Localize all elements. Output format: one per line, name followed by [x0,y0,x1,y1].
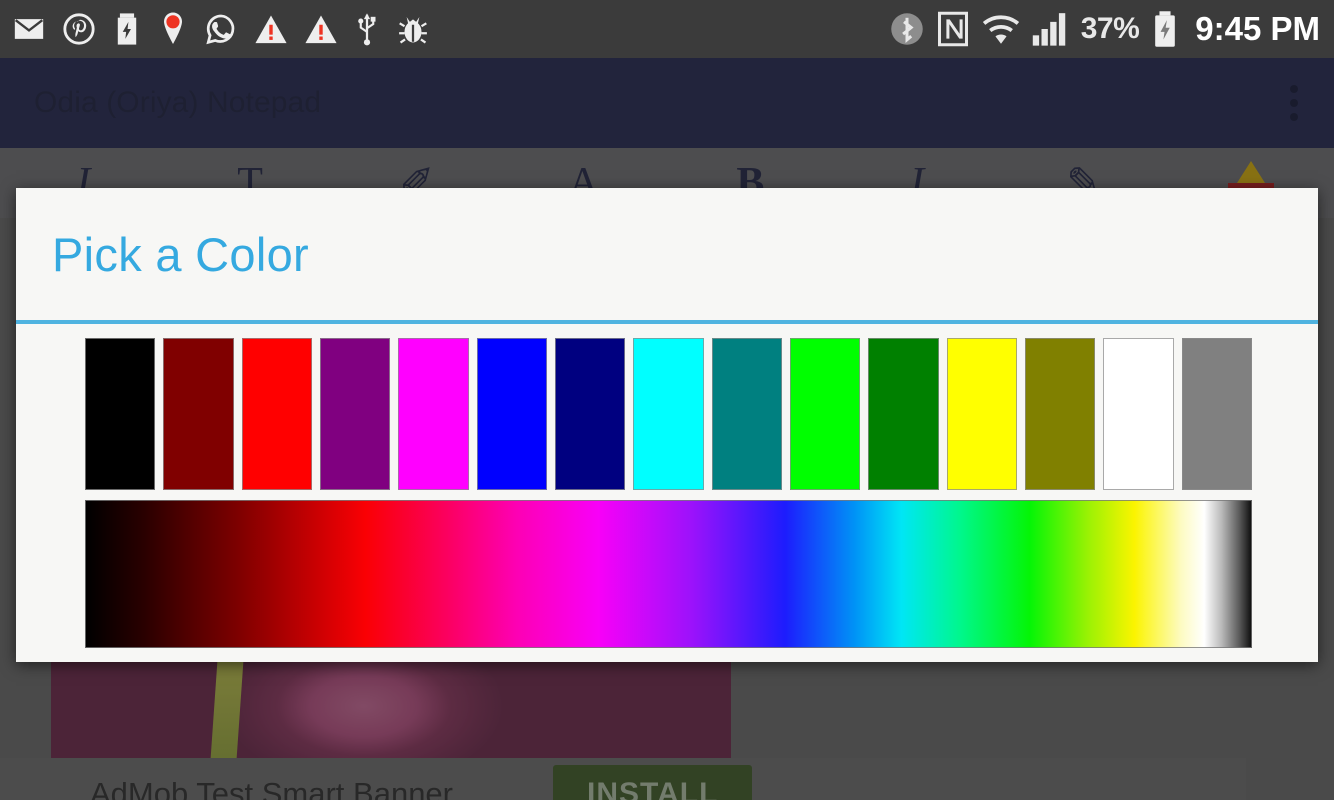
phone-screen: 37% 9:45 PM Odia (Oriya) Notepad I T ✐ A… [0,0,1334,800]
pinterest-icon [62,12,96,46]
swatch-gray[interactable] [1181,338,1252,490]
usb-icon [354,12,380,46]
status-bar-clock: 9:45 PM [1195,10,1320,47]
swatch-yellow[interactable] [946,338,1017,490]
whatsapp-icon [204,12,238,46]
color-swatch-row [16,338,1318,490]
dialog-title: Pick a Color [52,227,309,281]
dialog-body [16,324,1318,648]
warning-icon [254,13,288,45]
swatch-teal[interactable] [711,338,782,490]
swatch-cyan[interactable] [633,338,704,490]
swatch-green[interactable] [868,338,939,490]
swatch-navy[interactable] [554,338,626,490]
swatch-lime[interactable] [789,338,861,490]
color-gradient-slider[interactable] [85,500,1252,648]
swatch-red[interactable] [241,338,312,490]
swatch-black[interactable] [85,338,156,490]
nfc-icon [936,11,970,47]
swatch-olive[interactable] [1024,338,1096,490]
status-bar-right-icons: 37% 9:45 PM [889,10,1320,48]
email-icon [12,12,46,46]
swatch-magenta[interactable] [398,338,469,490]
battery-percent-label: 37% [1080,12,1140,45]
debug-bug-icon [396,12,430,46]
color-picker-dialog: Pick a Color [16,188,1318,662]
cell-signal-icon [1032,11,1070,47]
location-pin-icon [158,11,188,47]
warning-icon [304,13,338,45]
battery-charging-icon [1150,10,1180,48]
swatch-maroon[interactable] [163,338,234,490]
battery-charging-icon [112,12,142,46]
swatch-purple[interactable] [319,338,391,490]
swatch-white[interactable] [1103,338,1174,490]
dialog-header: Pick a Color [16,188,1318,324]
wifi-icon [981,12,1021,46]
bluetooth-icon [889,11,925,47]
status-bar-left-icons [12,11,889,47]
swatch-blue[interactable] [476,338,547,490]
status-bar: 37% 9:45 PM [0,0,1334,58]
